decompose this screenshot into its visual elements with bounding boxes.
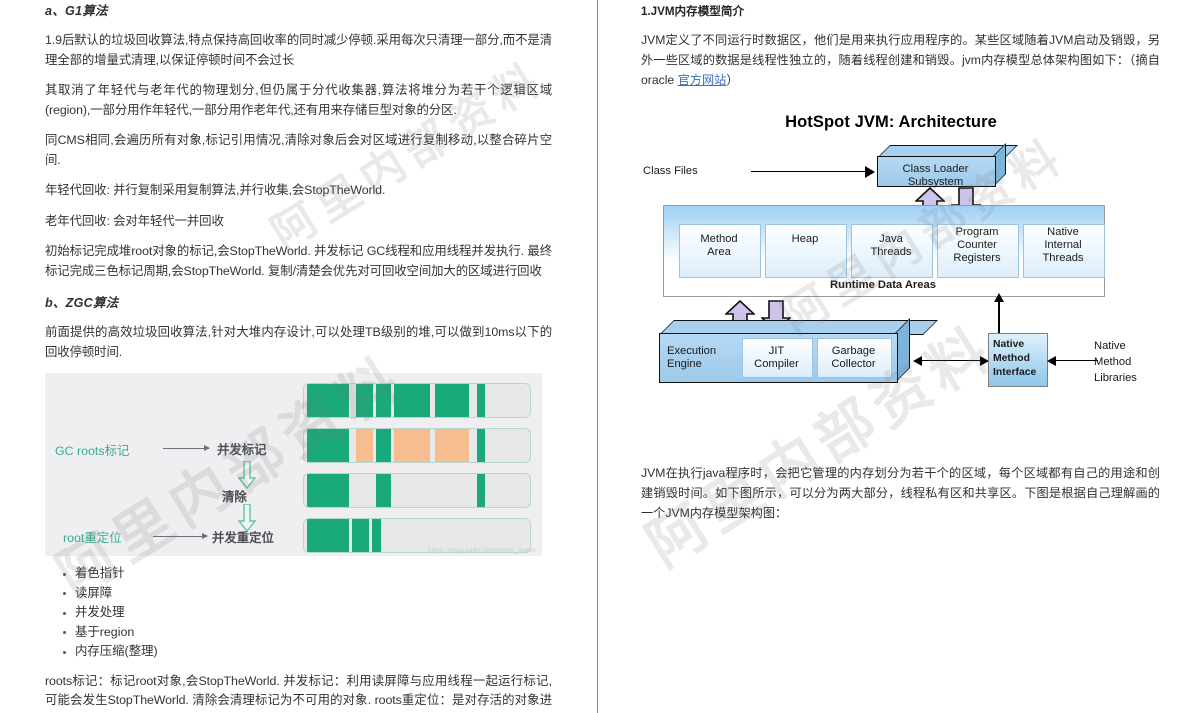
watermark-text: 阿里内部资料 <box>771 126 1076 345</box>
watermark-layer: 阿里内部资料 阿里内部资料 阿里内部资料 阿里内部资料 <box>0 0 1185 713</box>
document-page: a、G1算法 1.9后默认的垃圾回收算法,特点保持高回收率的同时减少停顿.采用每… <box>0 0 1185 713</box>
watermark-text: 阿里内部资料 <box>44 342 417 611</box>
watermark-text: 阿里内部资料 <box>634 312 1007 581</box>
watermark-text: 阿里内部资料 <box>262 51 555 261</box>
